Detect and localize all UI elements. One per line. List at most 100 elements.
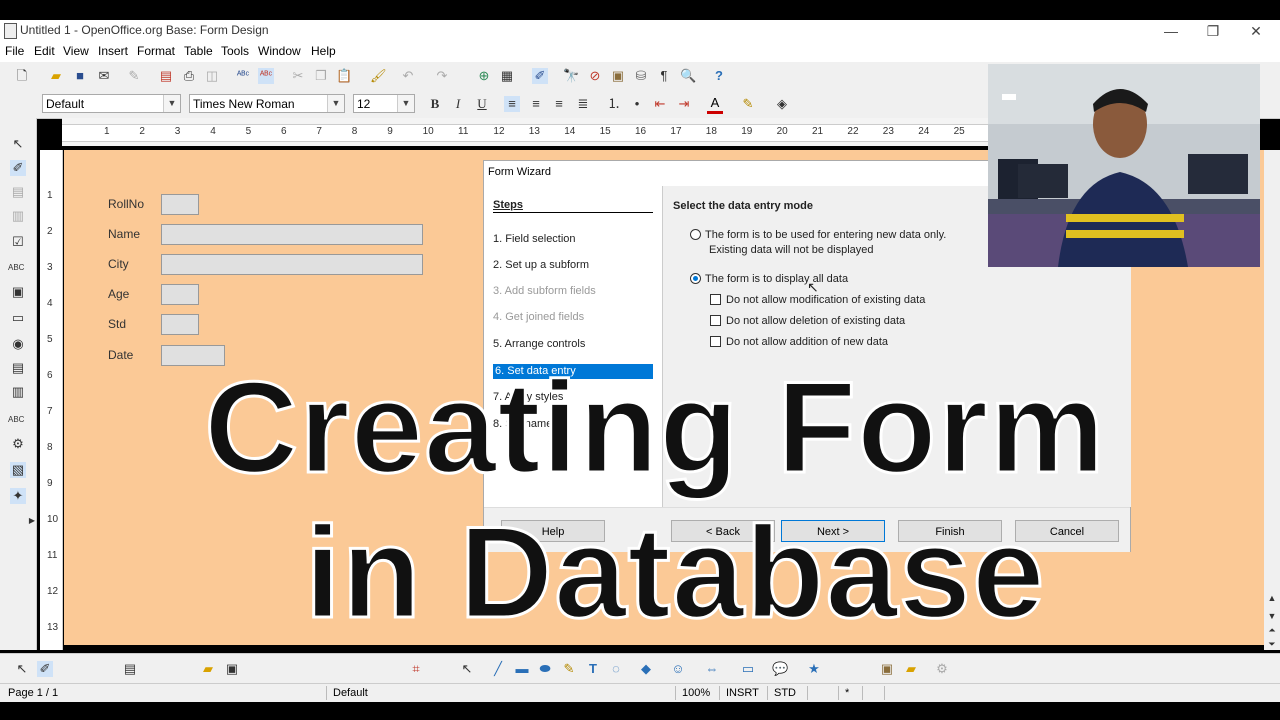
menu-tools[interactable]: Tools [221,44,249,58]
option-button-icon[interactable]: ◉ [10,336,26,352]
find-replace-icon[interactable]: 🔭 [563,68,579,84]
menu-file[interactable]: File [5,44,24,58]
step-item[interactable]: 7. Apply styles [493,391,563,403]
menu-help[interactable]: Help [311,44,336,58]
symbol-shapes-icon[interactable]: ☺ [670,661,686,677]
gallery-icon[interactable]: ▣ [610,68,626,84]
bold-icon[interactable]: B [427,96,443,112]
menu-insert[interactable]: Insert [98,44,128,58]
data-sources-icon[interactable]: ⛁ [633,68,649,84]
finish-button[interactable]: Finish [898,520,1002,542]
align-right-icon[interactable]: ≡ [551,96,567,112]
gallery-toggle-icon[interactable]: ▰ [903,661,919,677]
checkbox-control-icon[interactable]: ☑ [10,234,26,250]
scroll-up-icon[interactable]: ▲ [1264,590,1280,606]
help-button[interactable]: Help [501,520,605,542]
cancel-button[interactable]: Cancel [1015,520,1119,542]
form-design-icon[interactable]: ▧ [10,462,26,478]
align-center-icon[interactable]: ≡ [528,96,544,112]
flowchart-icon[interactable]: ▭ [740,661,756,677]
draw-select-icon[interactable]: ↖ [459,661,475,677]
callouts-icon[interactable]: 💬 [772,661,788,677]
format-paintbrush-icon[interactable]: 🖌 [370,68,387,84]
wizards-icon[interactable]: ✦ [10,488,26,504]
italic-icon[interactable]: I [450,96,466,112]
insert-mode[interactable]: INSRT [719,686,764,700]
table-icon[interactable]: ▦ [499,68,515,84]
field-date[interactable] [161,345,225,366]
show-draw-functions-icon[interactable]: ✐ [532,68,548,84]
block-arrows-icon[interactable]: ⇔ [704,661,720,677]
grid-icon[interactable]: ⌗ [408,661,424,677]
next-button[interactable]: Next > [781,520,885,542]
zoom-level[interactable]: 100% [675,686,720,700]
pdf-export-icon[interactable]: ▤ [158,68,174,84]
line-icon[interactable]: ╱ [490,661,506,677]
ellipse-icon[interactable]: ⬬ [537,661,553,677]
font-color-icon[interactable]: A [707,95,723,114]
email-icon[interactable]: ✉ [96,68,112,84]
numbering-icon[interactable]: ⒈ [606,96,622,112]
chevron-down-icon[interactable]: ▼ [327,95,344,112]
nonprinting-chars-icon[interactable]: ¶ [656,68,672,84]
toolbar-more-icon[interactable]: ▶ [24,513,40,529]
open-design-folder-icon[interactable]: ▰ [200,661,216,677]
form-properties-icon[interactable]: ▥ [10,208,26,224]
open-folder-icon[interactable]: ▰ [48,68,64,84]
hyperlink-icon[interactable]: ⊕ [476,68,492,84]
autospell-icon[interactable]: ᴬᴮᶜ [258,68,274,84]
undo-icon[interactable]: ↶ [400,68,416,84]
text-icon[interactable]: T [585,661,601,677]
radio-display-all-data[interactable] [690,273,701,284]
font-name-select[interactable]: Times New Roman ▼ [189,94,345,113]
spellcheck-icon[interactable]: ᴬᴮᶜ [235,68,251,84]
chevron-down-icon[interactable]: ▼ [397,95,414,112]
select-icon[interactable]: ↖ [14,661,30,677]
from-file-icon[interactable]: ▣ [879,661,895,677]
label-field-icon[interactable]: ABC [8,412,24,428]
design-mode-icon[interactable]: ✐ [10,160,26,176]
font-size-select[interactable]: 12 ▼ [353,94,415,113]
paragraph-style-select[interactable]: Default ▼ [42,94,181,113]
restore-button[interactable]: ❐ [1198,21,1228,41]
navigator-icon[interactable]: ⊘ [587,68,603,84]
select-pointer-icon[interactable]: ↖ [10,136,26,152]
help-icon[interactable]: ? [711,68,727,84]
menu-format[interactable]: Format [137,44,175,58]
print-preview-icon[interactable]: ◫ [204,68,220,84]
menu-table[interactable]: Table [184,44,213,58]
field-name[interactable] [161,224,423,245]
minimize-button[interactable]: — [1156,21,1186,41]
edit-file-icon[interactable]: ✎ [126,68,142,84]
field-std[interactable] [161,314,199,335]
page-down-icon[interactable]: ⏷ [1264,636,1280,652]
stars-icon[interactable]: ★ [806,661,822,677]
textbox-control-icon[interactable]: ABC [8,260,24,276]
field-age[interactable] [161,284,199,305]
copy-icon[interactable]: ❐ [313,68,329,84]
cut-icon[interactable]: ✂ [290,68,306,84]
freeform-icon[interactable]: ✎ [561,661,577,677]
zoom-icon[interactable]: 🔍 [680,68,696,84]
rectangle-icon[interactable]: ▬ [514,661,530,677]
radio-new-data-only[interactable] [690,229,701,240]
design-mode-toggle-icon[interactable]: ✐ [37,661,53,677]
underline-icon[interactable]: U [474,96,490,112]
step-item[interactable]: 8. Set name [493,418,552,430]
checkbox-no-deletion[interactable] [710,315,721,326]
decrease-indent-icon[interactable]: ⇤ [652,96,668,112]
callout-icon[interactable]: ◌ [608,661,624,677]
checkbox-no-addition[interactable] [710,336,721,347]
field-rollno[interactable] [161,194,199,215]
close-button[interactable]: ✕ [1241,21,1271,41]
step-item[interactable]: 2. Set up a subform [493,259,589,271]
extrusion-icon[interactable]: ⚙ [934,661,950,677]
field-city[interactable] [161,254,423,275]
align-left-icon[interactable]: ≡ [504,96,520,112]
tab-order-icon[interactable]: ▣ [224,661,240,677]
checkbox-no-modification[interactable] [710,294,721,305]
justify-icon[interactable]: ≣ [575,96,591,112]
push-button-icon[interactable]: ▭ [10,310,26,326]
more-controls-icon[interactable]: ⚙ [10,436,26,452]
step-item[interactable]: 1. Field selection [493,233,576,245]
